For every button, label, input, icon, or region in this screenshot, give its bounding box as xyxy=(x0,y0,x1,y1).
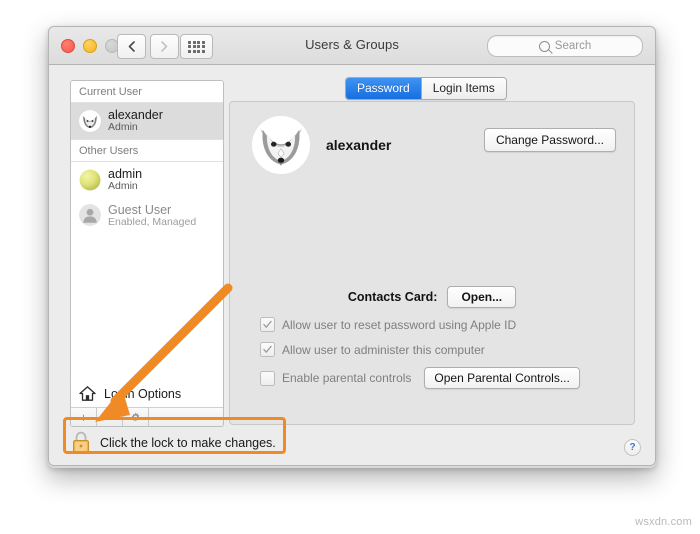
screenshot-canvas: Users & Groups Search Password Login Ite… xyxy=(0,0,700,534)
checkbox-reset-password-apple-id[interactable] xyxy=(260,317,275,332)
user-header: alexander xyxy=(252,116,391,174)
change-password-button[interactable]: Change Password... xyxy=(483,128,616,152)
users-sidebar[interactable]: Current User alexander Admin Other Users… xyxy=(70,80,224,382)
add-user-button[interactable]: + xyxy=(71,408,97,426)
sidebar-item-text: admin Admin xyxy=(108,167,142,193)
sidebar-item-text: alexander Admin xyxy=(108,108,163,134)
user-options-gear-button[interactable] xyxy=(123,408,149,426)
search-icon xyxy=(538,40,550,52)
option-reset-password-apple-id[interactable]: Allow user to reset password using Apple… xyxy=(260,317,516,332)
sidebar-item-text: Guest User Enabled, Managed xyxy=(108,203,196,229)
guest-person-avatar xyxy=(79,204,101,227)
tab-password[interactable]: Password xyxy=(346,78,422,99)
tab-login-items[interactable]: Login Items xyxy=(421,78,506,99)
sidebar-user-name: admin xyxy=(108,166,143,181)
search-field[interactable]: Search xyxy=(487,35,643,57)
sidebar-item-alexander[interactable]: alexander Admin xyxy=(71,103,223,139)
sidebar-header-other-users: Other Users xyxy=(71,138,223,162)
login-options-label: Login Options xyxy=(104,386,182,401)
search-placeholder: Search xyxy=(554,40,592,52)
option-label: Allow user to reset password using Apple… xyxy=(282,317,517,332)
sidebar-user-name: Guest User xyxy=(108,202,172,217)
sidebar-user-role: Enabled, Managed xyxy=(108,215,197,228)
sidebar-footer: Login Options + − xyxy=(70,380,224,427)
fox-avatar[interactable] xyxy=(252,116,310,174)
lock-message: Click the lock to make changes. xyxy=(100,435,276,450)
sidebar-item-guest-user[interactable]: Guest User Enabled, Managed xyxy=(71,197,223,234)
checkmark-icon xyxy=(263,320,272,328)
sidebar-action-buttons: + − xyxy=(71,408,223,426)
yellow-sphere-avatar xyxy=(79,169,101,191)
contacts-card-row: Contacts Card: Open... xyxy=(230,286,634,308)
option-label: Allow user to administer this computer xyxy=(282,342,485,357)
house-icon xyxy=(79,386,96,401)
gear-icon xyxy=(131,412,140,421)
window-body: Password Login Items Current User alexan… xyxy=(49,65,655,465)
watermark: wsxdn.com xyxy=(635,516,692,528)
help-button[interactable]: ? xyxy=(624,439,641,456)
option-label: Enable parental controls xyxy=(282,371,412,385)
password-pane: alexander Change Password... Contacts Ca… xyxy=(229,101,635,425)
fox-avatar xyxy=(79,109,101,132)
option-administer-computer[interactable]: Allow user to administer this computer xyxy=(260,342,485,357)
account-name: alexander xyxy=(326,137,392,153)
open-contacts-card-button[interactable]: Open... xyxy=(447,286,517,308)
open-parental-controls-button[interactable]: Open Parental Controls... xyxy=(424,367,580,389)
tab-bar: Password Login Items xyxy=(345,77,507,100)
lock-row[interactable]: Click the lock to make changes. xyxy=(71,431,276,454)
remove-user-button[interactable]: − xyxy=(97,408,123,426)
sidebar-user-role: Admin xyxy=(108,179,138,192)
sidebar-button-filler xyxy=(149,408,223,426)
option-enable-parental-controls[interactable]: Enable parental controls Open Parental C… xyxy=(260,367,580,389)
closed-padlock-icon[interactable] xyxy=(71,431,91,454)
sidebar-user-name: alexander xyxy=(108,108,163,122)
sidebar-item-login-options[interactable]: Login Options xyxy=(71,380,223,408)
sidebar-item-admin[interactable]: admin Admin xyxy=(71,161,223,198)
checkbox-enable-parental-controls[interactable] xyxy=(260,370,275,386)
checkmark-icon xyxy=(263,345,272,353)
sidebar-user-role: Admin xyxy=(108,121,138,133)
window-titlebar: Users & Groups Search xyxy=(49,27,655,65)
contacts-card-label: Contacts Card: xyxy=(347,290,438,304)
sidebar-header-current-user: Current User xyxy=(71,81,223,103)
checkbox-administer-computer[interactable] xyxy=(260,342,275,357)
system-preferences-window: Users & Groups Search Password Login Ite… xyxy=(48,26,656,466)
